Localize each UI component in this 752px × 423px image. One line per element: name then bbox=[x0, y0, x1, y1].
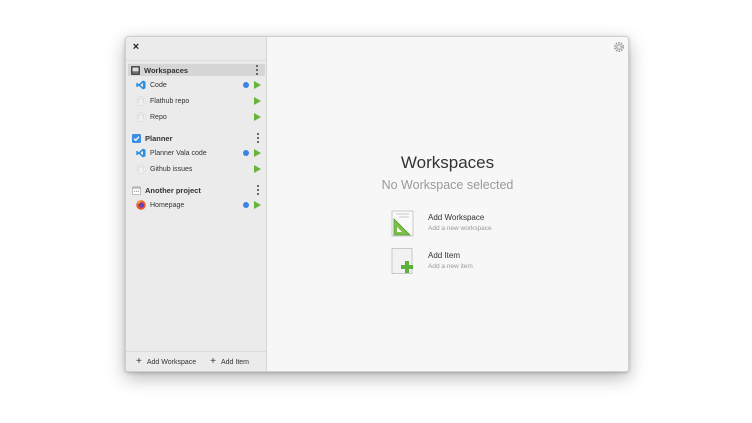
item-label: Flathub repo bbox=[150, 97, 190, 105]
group-header-planner[interactable]: Planner bbox=[129, 132, 266, 144]
group-label: Another project bbox=[145, 185, 201, 195]
add-item-title: Add Item bbox=[428, 251, 461, 260]
add-item-subtitle: Add a new item bbox=[428, 263, 473, 270]
sidebar-header: × bbox=[126, 37, 266, 61]
play-icon[interactable] bbox=[254, 113, 261, 121]
sidebar-item-planner-vala-code[interactable]: Planner Vala code bbox=[136, 147, 264, 159]
terminal-icon bbox=[131, 65, 140, 75]
play-icon[interactable] bbox=[254, 165, 261, 173]
play-icon[interactable] bbox=[254, 81, 261, 89]
status-dot bbox=[243, 150, 249, 156]
firefox-icon bbox=[136, 200, 146, 210]
item-label: Repo bbox=[150, 113, 167, 121]
plus-icon: + bbox=[210, 356, 216, 367]
play-icon[interactable] bbox=[254, 97, 261, 105]
sidebar-item-homepage[interactable]: Homepage bbox=[136, 199, 264, 211]
github-icon bbox=[136, 96, 146, 106]
page-title: Workspaces bbox=[400, 153, 495, 172]
add-item-button[interactable]: + Add Item bbox=[210, 357, 249, 367]
main-panel: Workspaces No Workspace selected Add Wor… bbox=[267, 37, 628, 371]
sidebar-item-code[interactable]: Code bbox=[136, 79, 264, 91]
add-workspace-title: Add Workspace bbox=[428, 213, 485, 222]
add-workspace-label: Add Workspace bbox=[146, 358, 197, 366]
item-label: Code bbox=[150, 81, 167, 89]
add-item-label: Add Item bbox=[220, 358, 249, 366]
add-workspace-icon bbox=[391, 210, 415, 238]
item-label: Planner Vala code bbox=[150, 149, 207, 157]
sidebar-footer: + Add Workspace + Add Item bbox=[126, 351, 266, 371]
add-workspace-button[interactable]: + Add Workspace bbox=[136, 357, 196, 367]
status-dot bbox=[243, 202, 249, 208]
gear-icon[interactable] bbox=[613, 40, 625, 52]
sidebar-item-flathub-repo[interactable]: Flathub repo bbox=[136, 95, 264, 107]
vscode-icon bbox=[136, 80, 146, 90]
sidebar-item-github-issues[interactable]: Github issues bbox=[136, 163, 264, 175]
more-options-icon[interactable] bbox=[256, 185, 259, 195]
sidebar-item-repo[interactable]: Repo bbox=[136, 111, 264, 123]
checkbox-icon bbox=[132, 133, 141, 143]
app-window: × Workspaces Code Flathub repo Repo Plan… bbox=[125, 36, 629, 372]
play-icon[interactable] bbox=[254, 149, 261, 157]
item-label: Github issues bbox=[150, 165, 193, 173]
add-item-action[interactable]: Add Item Add a new item bbox=[391, 248, 541, 278]
vscode-icon bbox=[136, 148, 146, 158]
group-label: Planner bbox=[145, 133, 173, 143]
close-button[interactable]: × bbox=[130, 40, 142, 54]
play-icon[interactable] bbox=[254, 201, 261, 209]
more-options-icon[interactable] bbox=[255, 65, 258, 75]
github-icon bbox=[136, 112, 146, 122]
sidebar: × Workspaces Code Flathub repo Repo Plan… bbox=[126, 37, 267, 371]
item-label: Homepage bbox=[150, 201, 185, 209]
plus-icon: + bbox=[136, 356, 142, 367]
github-icon bbox=[136, 164, 146, 174]
calendar-icon bbox=[132, 186, 141, 195]
status-dot bbox=[243, 82, 249, 88]
add-item-icon bbox=[391, 248, 415, 276]
more-options-icon[interactable] bbox=[256, 133, 259, 143]
group-header-another-project[interactable]: Another project bbox=[129, 184, 266, 196]
group-label: Workspaces bbox=[144, 65, 189, 75]
add-workspace-subtitle: Add a new workspace bbox=[428, 225, 492, 232]
group-header-workspaces[interactable]: Workspaces bbox=[128, 64, 265, 76]
add-workspace-action[interactable]: Add Workspace Add a new workspace bbox=[391, 210, 541, 240]
page-subtitle: No Workspace selected bbox=[381, 178, 514, 192]
